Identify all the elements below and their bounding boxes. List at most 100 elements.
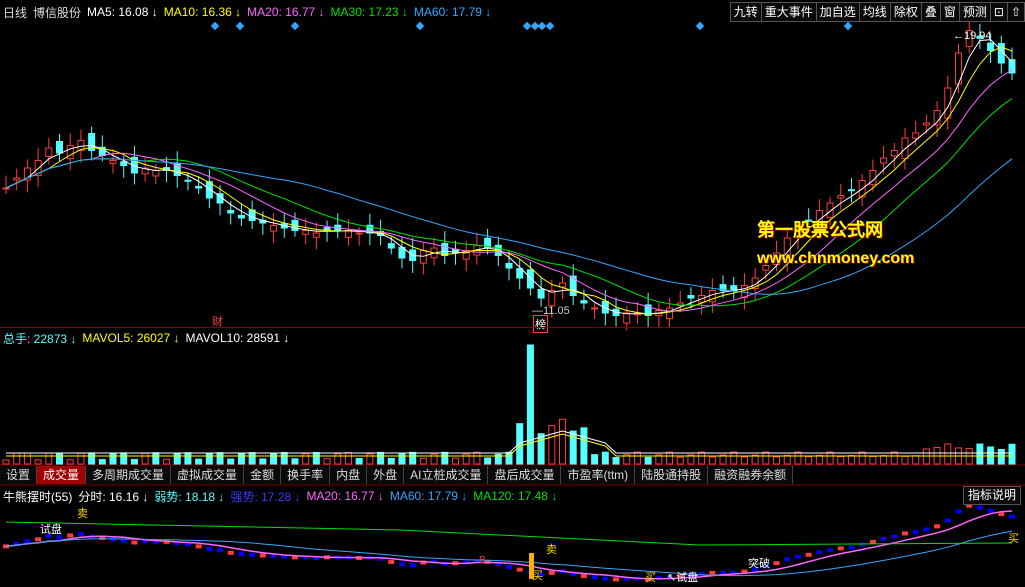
tab-11[interactable]: 陆股通持股 bbox=[635, 466, 709, 484]
candle-body bbox=[922, 122, 930, 126]
volume-bar bbox=[109, 452, 117, 465]
indicator-bar bbox=[131, 540, 138, 545]
volume-bar bbox=[184, 452, 192, 465]
indicator-bar bbox=[591, 575, 598, 580]
volume-bar bbox=[291, 458, 299, 465]
volume-bar bbox=[773, 456, 781, 465]
tab-3[interactable]: 虚拟成交量 bbox=[171, 466, 245, 484]
candle-body bbox=[419, 250, 427, 264]
indicator-bar bbox=[35, 537, 42, 542]
volume-bar bbox=[302, 453, 310, 465]
sell-label-2: 卖 bbox=[546, 544, 557, 556]
breakout-label: 突破 bbox=[748, 558, 770, 570]
volume-bar bbox=[387, 457, 395, 465]
candle-body bbox=[302, 230, 310, 235]
indicator-bar bbox=[976, 505, 983, 510]
volume-bar bbox=[987, 446, 995, 465]
volume-bar bbox=[484, 457, 492, 465]
volume-bar bbox=[66, 459, 74, 465]
indicator-legend-item-0: 牛熊摆时(55) bbox=[3, 489, 73, 504]
tab-10[interactable]: 市盈率(ttm) bbox=[561, 466, 636, 484]
candle-body bbox=[56, 140, 64, 154]
tab-9[interactable]: 盘后成交量 bbox=[488, 466, 562, 484]
indicator-bar bbox=[912, 530, 919, 535]
volume-bar bbox=[944, 443, 952, 465]
trial-label: 试盘 bbox=[40, 524, 62, 536]
event-diamond bbox=[545, 21, 555, 31]
candle-body bbox=[591, 307, 599, 310]
indicator-bar bbox=[1009, 514, 1015, 519]
indicator-bar bbox=[602, 576, 609, 581]
candle-body bbox=[237, 214, 245, 219]
event-diamond bbox=[210, 21, 220, 31]
candle-body bbox=[526, 269, 534, 289]
indicator-bar bbox=[388, 559, 395, 564]
volume-bar bbox=[826, 451, 834, 465]
indicator-bar bbox=[238, 552, 245, 557]
high-price-label: ←19.94 bbox=[953, 30, 992, 42]
indicator-bar bbox=[784, 557, 791, 562]
event-diamond bbox=[235, 21, 245, 31]
candle-body bbox=[880, 157, 888, 164]
tab-7[interactable]: 外盘 bbox=[367, 466, 405, 484]
volume-bar bbox=[580, 427, 588, 465]
mavol10-line bbox=[6, 430, 1012, 454]
volume-bar bbox=[559, 418, 567, 465]
candle-body bbox=[270, 225, 278, 232]
indicator-bar bbox=[195, 544, 202, 549]
candle-body bbox=[120, 161, 128, 166]
indicator-bar bbox=[987, 508, 994, 513]
volume-bar bbox=[1008, 443, 1016, 465]
indicator-bar bbox=[227, 550, 234, 555]
volume-bar bbox=[516, 423, 524, 465]
volume-bar bbox=[152, 452, 160, 465]
tab-8[interactable]: AI立桩成交量 bbox=[404, 466, 489, 484]
candle-body bbox=[184, 179, 192, 182]
volume-bar bbox=[45, 452, 53, 465]
volume-legend-item-0: 总手: 22873 ↓ bbox=[3, 331, 77, 346]
volume-bar bbox=[120, 452, 128, 465]
volume-bar bbox=[334, 453, 342, 465]
volume-bar bbox=[730, 451, 738, 465]
volume-bar bbox=[805, 456, 813, 465]
volume-bar bbox=[869, 455, 877, 465]
tab-1[interactable]: 成交量 bbox=[37, 466, 87, 484]
watermark-url: www.chnmoney.com bbox=[757, 250, 915, 267]
indicator-legend-item-3: 强势: 17.28 ↓ bbox=[230, 489, 301, 504]
tab-4[interactable]: 金额 bbox=[244, 466, 282, 484]
volume-bar bbox=[195, 458, 203, 465]
volume-bar bbox=[762, 451, 770, 465]
indicator-bar bbox=[880, 536, 887, 541]
volume-bar bbox=[890, 451, 898, 465]
volume-bar bbox=[591, 454, 599, 465]
volume-bar bbox=[997, 448, 1005, 465]
volume-bar bbox=[880, 455, 888, 465]
event-diamond bbox=[537, 21, 547, 31]
volume-bar bbox=[976, 443, 984, 465]
buy-label: 买 bbox=[532, 570, 543, 582]
volume-bar bbox=[601, 451, 609, 465]
indicator-bar bbox=[794, 554, 801, 559]
volume-bar bbox=[698, 451, 706, 465]
tab-0[interactable]: 设置 bbox=[0, 466, 38, 484]
candle-body bbox=[837, 195, 845, 199]
candle-body bbox=[548, 290, 556, 307]
tab-12[interactable]: 融资融券余额 bbox=[708, 466, 794, 484]
tab-5[interactable]: 换手率 bbox=[281, 466, 331, 484]
indicator-help-button[interactable]: 指标说明 bbox=[962, 486, 1021, 505]
indicator-bar bbox=[955, 509, 962, 514]
event-diamond bbox=[290, 21, 300, 31]
volume-bar bbox=[548, 425, 556, 465]
indicator-bar bbox=[848, 545, 855, 550]
indicator-bar bbox=[409, 563, 416, 568]
volume-bar bbox=[409, 451, 417, 465]
tab-6[interactable]: 内盘 bbox=[330, 466, 368, 484]
rank-marker[interactable]: 榜 bbox=[533, 315, 548, 333]
candle-body bbox=[580, 300, 588, 304]
indicator-bar bbox=[506, 565, 512, 570]
volume-header: 总手: 22873 ↓ MAVOL5: 26027 ↓ MAVOL10: 28591… bbox=[0, 330, 295, 346]
indicator-bar bbox=[901, 531, 908, 536]
indicator-bar bbox=[67, 533, 74, 538]
tab-2[interactable]: 多周期成交量 bbox=[86, 466, 172, 484]
volume-bar bbox=[280, 452, 288, 465]
